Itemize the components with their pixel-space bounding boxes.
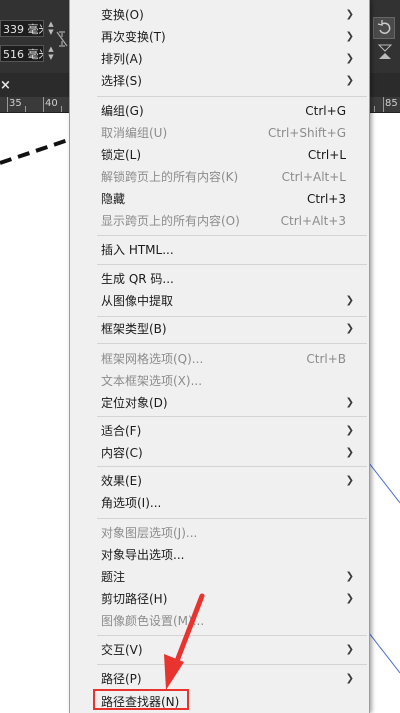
menu-item[interactable]: 锁定(L) Ctrl+L: [101, 144, 362, 166]
chevron-right-icon: ❯: [345, 673, 354, 684]
menu-item[interactable]: 交互(V) ❯: [101, 639, 362, 661]
menu-item[interactable]: 题注 ❯: [101, 566, 362, 588]
annotation-arrow: [164, 593, 205, 690]
menu-item[interactable]: 适合(F) ❯: [101, 420, 362, 442]
menu-item-label: 路径(P): [101, 672, 142, 686]
width-field[interactable]: 516 毫米: [0, 45, 44, 62]
menu-item[interactable]: 再次变换(T) ❯: [101, 26, 362, 48]
menu-item: 显示跨页上的所有内容(O) Ctrl+Alt+3: [101, 210, 362, 232]
menu-item[interactable]: 生成 QR 码...: [101, 268, 362, 290]
menu-item-label: 定位对象(D): [101, 396, 168, 410]
menu-item-label: 文本框架选项(X)...: [101, 374, 203, 388]
chevron-right-icon: ❯: [345, 75, 354, 86]
menu-item-label: 对象导出选项...: [101, 548, 185, 562]
menu-item[interactable]: 排列(A) ❯: [101, 48, 362, 70]
menu-item-shortcut: Ctrl+B: [306, 352, 346, 366]
menu-item[interactable]: 对象导出选项...: [101, 544, 362, 566]
chevron-right-icon: ❯: [345, 397, 354, 408]
menu-item-shortcut: Ctrl+Alt+3: [280, 214, 346, 228]
menu-separator: [97, 664, 367, 665]
menu-item-label: 排列(A): [101, 52, 143, 66]
menu-item[interactable]: 路径(P) ❯: [101, 668, 362, 690]
menu-item-label: 取消编组(U): [101, 126, 168, 140]
menu-item-label: 交互(V): [101, 643, 143, 657]
chevron-right-icon: ❯: [345, 644, 354, 655]
tab-close-icon[interactable]: ×: [0, 78, 11, 93]
ruler-mark: 35: [9, 98, 22, 109]
menu-item[interactable]: 效果(E) ❯: [101, 470, 362, 492]
menu-item[interactable]: 角选项(I)...: [101, 492, 362, 514]
menu-item-label: 编组(G): [101, 104, 144, 118]
menu-item[interactable]: 隐藏 Ctrl+3: [101, 188, 362, 210]
menu-item-label: 变换(O): [101, 8, 144, 22]
menu-separator: [97, 343, 367, 344]
chevron-right-icon: ❯: [345, 593, 354, 604]
menu-item: 文本框架选项(X)...: [101, 370, 362, 392]
menu-item[interactable]: 选择(S) ❯: [101, 70, 362, 92]
menu-item: 解锁跨页上的所有内容(K) Ctrl+Alt+L: [101, 166, 362, 188]
menu-separator: [97, 416, 367, 417]
height-field[interactable]: 339 毫米: [0, 20, 44, 37]
menu-item-shortcut: Ctrl+L: [307, 148, 346, 162]
menu-item-label: 框架类型(B): [101, 322, 167, 336]
menu-item: 对象图层选项(J)...: [101, 522, 362, 544]
chevron-right-icon: ❯: [345, 53, 354, 64]
menu-item: 框架网格选项(Q)... Ctrl+B: [101, 348, 362, 370]
menu-item-label: 框架网格选项(Q)...: [101, 352, 204, 366]
menu-item-shortcut: Ctrl+Alt+L: [281, 170, 346, 184]
menu-item-label: 角选项(I)...: [101, 496, 162, 510]
menu-separator: [97, 518, 367, 519]
menu-item[interactable]: 定位对象(D) ❯: [101, 392, 362, 414]
menu-item-label: 从图像中提取: [101, 294, 174, 308]
menu-item-label: 对象图层选项(J)...: [101, 526, 198, 540]
menu-item-label: 题注: [101, 570, 126, 584]
menu-item[interactable]: 剪切路径(H) ❯: [101, 588, 362, 610]
link-icon[interactable]: [55, 30, 69, 48]
rotate-icon[interactable]: [373, 17, 395, 39]
highlight-box: [93, 689, 189, 710]
menu-item-label: 生成 QR 码...: [101, 272, 174, 286]
menu-item-shortcut: Ctrl+G: [305, 104, 346, 118]
menu-item[interactable]: 插入 HTML...: [101, 239, 362, 261]
menu-item: 取消编组(U) Ctrl+Shift+G: [101, 122, 362, 144]
menu-item: 图像颜色设置(M)...: [101, 610, 362, 632]
menu-item[interactable]: 框架类型(B) ❯: [101, 318, 362, 340]
chevron-right-icon: ❯: [345, 9, 354, 20]
chevron-right-icon: ❯: [345, 31, 354, 42]
menu-separator: [97, 264, 367, 265]
menu-separator: [97, 635, 367, 636]
menu-item[interactable]: 内容(C) ❯: [101, 442, 362, 464]
chevron-right-icon: ❯: [345, 475, 354, 486]
menu-item-label: 再次变换(T): [101, 30, 166, 44]
menu-separator: [97, 316, 367, 317]
menu-item-label: 解锁跨页上的所有内容(K): [101, 170, 239, 184]
menu-item-label: 显示跨页上的所有内容(O): [101, 214, 240, 228]
menu-item[interactable]: 从图像中提取 ❯: [101, 290, 362, 312]
chevron-right-icon: ❯: [345, 447, 354, 458]
menu-separator: [97, 466, 367, 467]
menu-item-shortcut: Ctrl+3: [306, 192, 346, 206]
chevron-right-icon: ❯: [345, 323, 354, 334]
flip-icon[interactable]: [377, 43, 393, 61]
menu-item-label: 效果(E): [101, 474, 142, 488]
menu-item[interactable]: 编组(G) Ctrl+G: [101, 100, 362, 122]
chevron-right-icon: ❯: [345, 295, 354, 306]
menu-item-label: 适合(F): [101, 424, 142, 438]
menu-item-label: 内容(C): [101, 446, 143, 460]
menu-item-label: 锁定(L): [101, 148, 142, 162]
menu-item-shortcut: Ctrl+Shift+G: [267, 126, 346, 140]
menu-separator: [97, 235, 367, 236]
chevron-right-icon: ❯: [345, 425, 354, 436]
ruler-mark: 85: [385, 98, 398, 109]
menu-item-label: 隐藏: [101, 192, 126, 206]
menu-item-label: 插入 HTML...: [101, 243, 174, 257]
menu-item[interactable]: 变换(O) ❯: [101, 4, 362, 26]
menu-item-label: 选择(S): [101, 74, 142, 88]
chevron-right-icon: ❯: [345, 571, 354, 582]
menu-separator: [97, 96, 367, 97]
ruler-mark: 40: [45, 98, 58, 109]
